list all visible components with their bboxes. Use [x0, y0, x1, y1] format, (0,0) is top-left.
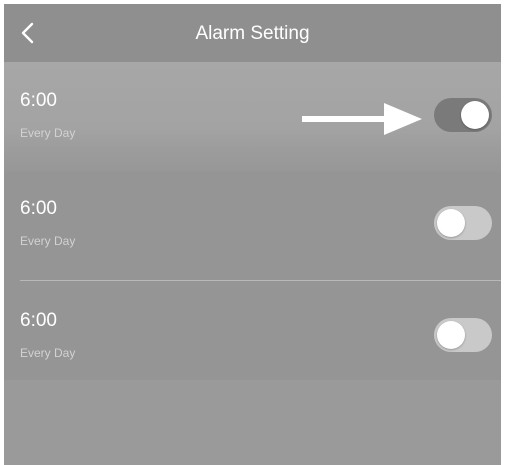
- alarm-item: 6:00 Every Day: [4, 282, 501, 392]
- arrow-right-icon: [302, 103, 422, 135]
- alarm-item: 6:00 Every Day: [4, 62, 501, 172]
- app-screen: Alarm Setting 6:00 Every Day 6:00 Every …: [0, 0, 505, 465]
- divider: [20, 280, 501, 281]
- alarm-time: 6:00: [20, 90, 57, 111]
- toggle-knob: [437, 321, 465, 349]
- alarm-time: 6:00: [20, 198, 57, 219]
- alarm-repeat: Every Day: [20, 126, 76, 140]
- alarm-toggle[interactable]: [434, 318, 492, 352]
- alarm-repeat: Every Day: [20, 346, 76, 360]
- alarm-toggle[interactable]: [434, 98, 492, 132]
- alarm-toggle[interactable]: [434, 206, 492, 240]
- toggle-knob: [437, 209, 465, 237]
- toggle-knob: [461, 101, 489, 129]
- page-title: Alarm Setting: [195, 23, 310, 44]
- alarm-time: 6:00: [20, 310, 57, 331]
- empty-area: [4, 380, 501, 465]
- alarm-repeat: Every Day: [20, 234, 76, 248]
- alarm-list: 6:00 Every Day 6:00 Every Day 6:00 Every…: [4, 62, 501, 465]
- header-bar: Alarm Setting: [4, 4, 501, 62]
- alarm-item: 6:00 Every Day: [4, 170, 501, 280]
